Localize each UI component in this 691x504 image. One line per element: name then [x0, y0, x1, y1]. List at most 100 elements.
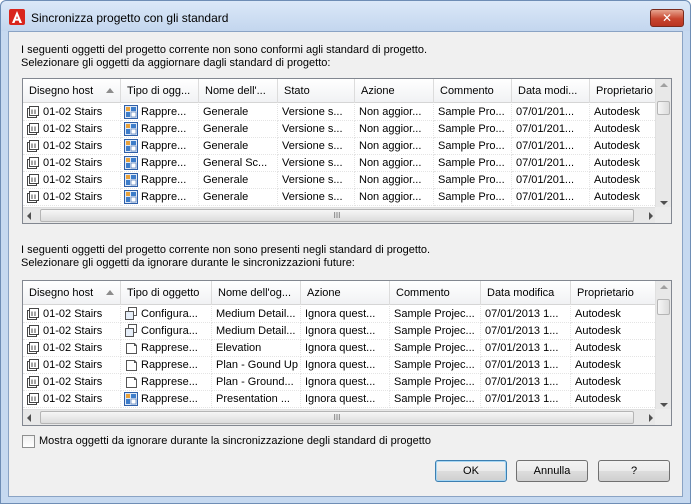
- column-header[interactable]: Nome dell'...: [199, 79, 278, 103]
- table-header: Disegno host Tipo di ogg... Nome dell'... S…: [23, 79, 657, 103]
- cancel-button[interactable]: Annulla: [516, 460, 588, 482]
- vertical-scrollbar[interactable]: [655, 79, 671, 209]
- table-row[interactable]: 01-02 Stairs Rapprese... Elevation Ignora q…: [23, 340, 657, 357]
- column-header[interactable]: Commento: [390, 281, 481, 305]
- sort-ascending-icon: [106, 88, 114, 93]
- sort-ascending-icon: [106, 290, 114, 295]
- cell-text: Rapprese...: [141, 342, 198, 354]
- cell-text: Rappre...: [141, 140, 187, 152]
- table-cell: Generale: [199, 189, 278, 206]
- table-cell: Autodesk: [571, 374, 657, 391]
- show-ignored-label[interactable]: Mostra oggetti da ignorare durante la si…: [39, 435, 431, 448]
- dialog-client: I seguenti oggetti del progetto corrente…: [8, 31, 683, 497]
- table-cell: Configura...: [121, 306, 212, 323]
- table-cell: Sample Projec...: [390, 340, 481, 357]
- table-row[interactable]: 01-02 Stairs Rapprese... Plan - Gound Up Ig…: [23, 357, 657, 374]
- column-header[interactable]: Stato: [278, 79, 355, 103]
- table-cell: 01-02 Stairs: [23, 340, 121, 357]
- table-cell: Autodesk: [571, 306, 657, 323]
- table-row[interactable]: 01-02 Stairs Configura... Medium Detail...…: [23, 323, 657, 340]
- scroll-right-icon[interactable]: [649, 414, 653, 422]
- table-cell: Versione s...: [278, 121, 355, 138]
- table-row[interactable]: 01-02 Stairs Rapprese... Presentation ... I…: [23, 391, 657, 408]
- scroll-down-icon[interactable]: [660, 201, 668, 205]
- scroll-right-icon[interactable]: [649, 212, 653, 220]
- column-header[interactable]: Proprietario: [590, 79, 657, 103]
- table-cell: Rappre...: [121, 138, 199, 155]
- display-rep-icon: [124, 122, 138, 136]
- table-cell: Rapprese...: [121, 374, 212, 391]
- table-cell: Autodesk: [590, 172, 657, 189]
- table-row[interactable]: 01-02 Stairs Rappre... Generale Versione s.…: [23, 138, 657, 155]
- column-header[interactable]: Azione: [301, 281, 390, 305]
- cell-text: 01-02 Stairs: [43, 359, 103, 371]
- drawing-host-icon: [27, 157, 39, 169]
- ok-button[interactable]: OK: [435, 460, 507, 482]
- cell-text: Sample Projec...: [394, 342, 475, 354]
- column-header[interactable]: Nome dell'og...: [212, 281, 301, 305]
- table-row[interactable]: 01-02 Stairs Rappre... Generale Versione s.…: [23, 172, 657, 189]
- missing-objects-table[interactable]: Disegno host Tipo di oggetto Nome dell'og.…: [22, 280, 672, 426]
- cell-text: Sample Projec...: [394, 393, 475, 405]
- table-cell: Versione s...: [278, 104, 355, 121]
- column-header-label: Disegno host: [29, 85, 94, 97]
- table-row[interactable]: 01-02 Stairs Rapprese... Plan - Ground... I…: [23, 374, 657, 391]
- column-header-label: Commento: [440, 85, 494, 97]
- nonconforming-objects-table[interactable]: Disegno host Tipo di ogg... Nome dell'... S…: [22, 78, 672, 224]
- scroll-left-icon[interactable]: [27, 212, 31, 220]
- display-rep-icon: [124, 156, 138, 170]
- title-bar[interactable]: Sincronizza progetto con gli standard ✕: [1, 1, 690, 31]
- table-cell: Configura...: [121, 323, 212, 340]
- column-header[interactable]: Tipo di oggetto: [121, 281, 212, 305]
- table-cell: Sample Pro...: [434, 189, 512, 206]
- table-row[interactable]: 01-02 Stairs Rappre... Generale Versione s.…: [23, 189, 657, 206]
- scroll-left-icon[interactable]: [27, 414, 31, 422]
- horizontal-scrollbar[interactable]: III: [23, 409, 657, 425]
- column-header[interactable]: Proprietario: [571, 281, 657, 305]
- cell-text: Sample Pro...: [438, 191, 505, 203]
- table-cell: 01-02 Stairs: [23, 391, 121, 408]
- cell-text: Rappre...: [141, 191, 187, 203]
- cell-text: Versione s...: [282, 191, 343, 203]
- column-header[interactable]: Commento: [434, 79, 512, 103]
- column-header-label: Nome dell'og...: [218, 287, 292, 299]
- table-cell: Sample Projec...: [390, 374, 481, 391]
- cell-text: 07/01/201...: [516, 140, 575, 152]
- horizontal-scrollbar[interactable]: III: [23, 207, 657, 223]
- table-cell: Autodesk: [571, 323, 657, 340]
- column-header[interactable]: Data modi...: [512, 79, 590, 103]
- scroll-thumb[interactable]: III: [40, 411, 634, 424]
- cell-text: Autodesk: [594, 106, 640, 118]
- help-button[interactable]: ?: [598, 460, 670, 482]
- table-row[interactable]: 01-02 Stairs Configura... Medium Detail...…: [23, 306, 657, 323]
- scroll-thumb[interactable]: III: [40, 209, 634, 222]
- show-ignored-checkbox[interactable]: [22, 435, 35, 448]
- table-cell: Versione s...: [278, 155, 355, 172]
- column-header[interactable]: Azione: [355, 79, 434, 103]
- drawing-host-icon: [27, 140, 39, 152]
- table-cell: Non aggior...: [355, 155, 434, 172]
- column-header[interactable]: Disegno host: [23, 79, 121, 103]
- table-row[interactable]: 01-02 Stairs Rappre... Generale Versione s.…: [23, 104, 657, 121]
- scroll-thumb[interactable]: [657, 299, 670, 315]
- close-button[interactable]: ✕: [650, 9, 684, 27]
- scroll-thumb[interactable]: [657, 101, 670, 115]
- table-body: 01-02 Stairs Rappre... Generale Versione s.…: [23, 104, 657, 206]
- table-row[interactable]: 01-02 Stairs Rappre... General Sc... Versio…: [23, 155, 657, 172]
- scroll-up-icon[interactable]: [660, 83, 668, 87]
- scroll-down-icon[interactable]: [660, 403, 668, 407]
- drawing-host-icon: [27, 325, 39, 337]
- display-rep-icon: [124, 173, 138, 187]
- column-header[interactable]: Tipo di ogg...: [121, 79, 199, 103]
- cell-text: Sample Projec...: [394, 325, 475, 337]
- column-header[interactable]: Disegno host: [23, 281, 121, 305]
- vertical-scrollbar[interactable]: [655, 281, 671, 411]
- table-cell: Non aggior...: [355, 172, 434, 189]
- scroll-up-icon[interactable]: [660, 285, 668, 289]
- table-cell: Autodesk: [590, 155, 657, 172]
- display-set-icon: [126, 343, 137, 354]
- cell-text: Configura...: [141, 325, 198, 337]
- drawing-host-icon: [27, 123, 39, 135]
- table-row[interactable]: 01-02 Stairs Rappre... Generale Versione s.…: [23, 121, 657, 138]
- column-header[interactable]: Data modifica: [481, 281, 571, 305]
